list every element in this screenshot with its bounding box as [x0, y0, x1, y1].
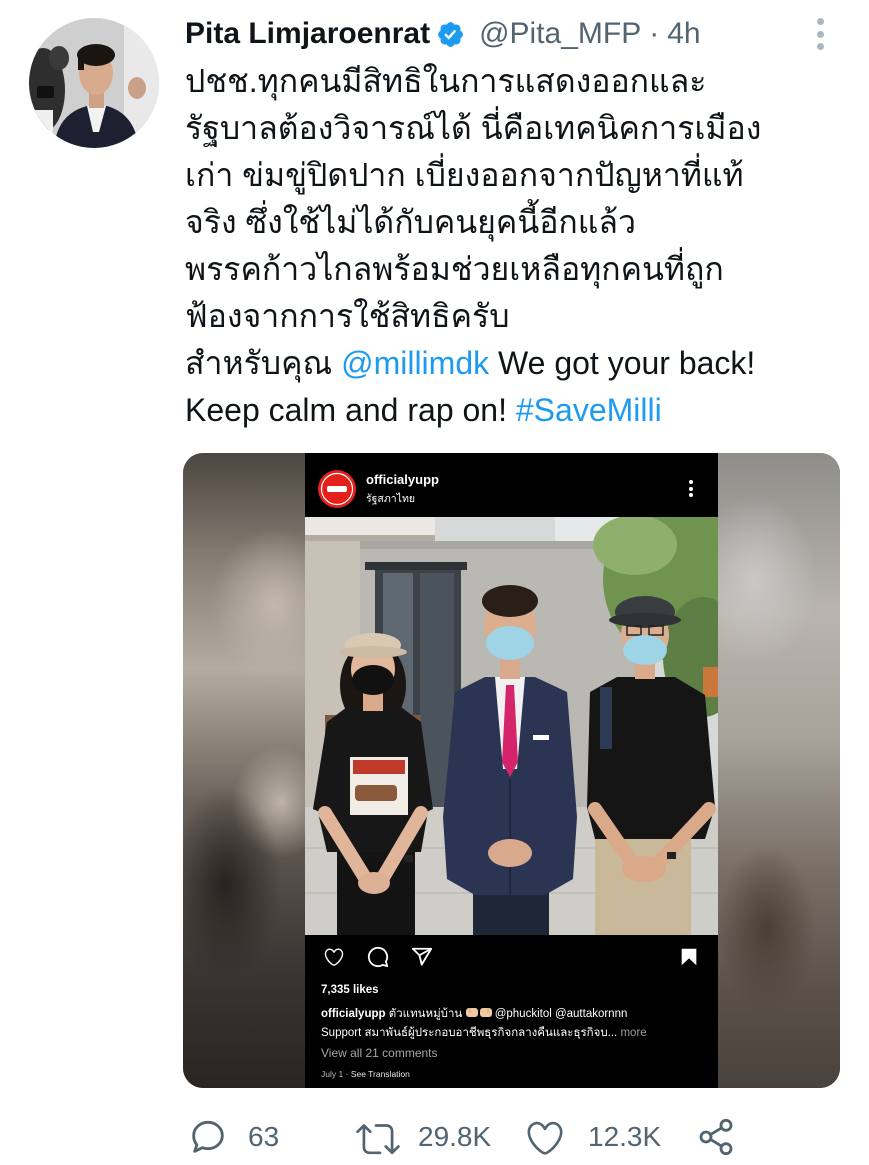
reply-button[interactable]: 63: [188, 1115, 279, 1159]
tweet-text-segment: ฟ้องจากการใช้สิทธิครับ: [185, 298, 510, 334]
instagram-account-name: officialyupp: [366, 472, 439, 487]
tweet-text-segment: สำหรับคุณ: [185, 345, 342, 381]
comment-icon: [367, 946, 389, 968]
like-count: 12.3K: [588, 1121, 662, 1152]
caption-more-link: more: [620, 1027, 647, 1039]
author-name[interactable]: Pita Limjaroenrat: [185, 17, 430, 51]
tweet-text-line: เก่า ข่มขู่ปิดปาก เบี่ยงออกจากปัญหาที่แท…: [185, 152, 855, 199]
tweet-text-line: จริง ซึ่งใช้ไม่ได้กับคนยุคนี้อีกแล้ว: [185, 199, 855, 246]
tweet-text-segment: เก่า ข่มขู่ปิดปาก เบี่ยงออกจากปัญหาที่แท…: [185, 157, 744, 193]
verified-badge-icon: [436, 20, 465, 49]
tweet-text-line: สำหรับคุณ @millimdk We got your back!: [185, 340, 855, 387]
more-vertical-icon: [688, 480, 693, 497]
reply-count: 63: [248, 1121, 280, 1152]
avatar[interactable]: [29, 18, 159, 148]
retweet-icon: [355, 1117, 401, 1157]
tweet-text-line: รัฐบาลต้องวิจารณ์ได้ นี่คือเทคนิคการเมือ…: [185, 105, 855, 152]
tweet-text-segment: รัฐบาลต้องวิจารณ์ได้ นี่คือเทคนิคการเมือ…: [185, 110, 762, 146]
caption-text: ตัวแทนหมู่บ้าน: [388, 1008, 463, 1020]
tweet-text-segment: ปชช.ทุกคนมีสิทธิในการแสดงออกและ: [185, 63, 707, 99]
author-handle[interactable]: @Pita_MFP: [479, 17, 641, 51]
tweet-text-segment: พรรคก้าวไกลพร้อมช่วยเหลือทุกคนที่ถูก: [185, 251, 724, 287]
instagram-account-logo: [318, 470, 356, 508]
tweet-text-line: Keep calm and rap on! #SaveMilli: [185, 387, 855, 434]
media-blurred-background: [718, 453, 840, 1088]
see-translation-link: See Translation: [350, 1069, 410, 1079]
caption-mentions: @phuckitol @auttakornnn: [494, 1008, 628, 1020]
tweet-text-line: ปชช.ทุกคนมีสิทธิในการแสดงออกและ: [185, 58, 855, 105]
retweet-button[interactable]: 29.8K: [355, 1115, 491, 1159]
fist-bump-emoji-icon: [465, 1007, 492, 1021]
share-button[interactable]: [695, 1115, 737, 1159]
mention-link[interactable]: @millimdk: [341, 345, 489, 381]
view-comments-link: View all 21 comments: [321, 1046, 438, 1060]
tweet-timestamp[interactable]: 4h: [667, 17, 700, 51]
instagram-post-screenshot: officialyupp รัฐสภาไทย 7,335 likes offic…: [305, 453, 718, 1088]
post-date-text: July 1: [321, 1069, 344, 1079]
tweet-text: ปชช.ทุกคนมีสิทธิในการแสดงออกและ รัฐบาลต้…: [185, 58, 855, 434]
date-separator: ·: [345, 1069, 349, 1079]
reply-icon: [188, 1117, 228, 1157]
media-blurred-background: [183, 453, 305, 1088]
tweet-text-segment: We got your back!: [489, 345, 756, 381]
bookmark-icon: [678, 946, 700, 968]
like-button[interactable]: 12.3K: [524, 1115, 661, 1159]
post-date: July 1 · See Translation: [321, 1069, 410, 1079]
more-vertical-icon[interactable]: [813, 18, 827, 50]
hashtag-link[interactable]: #SaveMilli: [516, 392, 662, 428]
header-separator: ·: [649, 17, 660, 50]
like-count: 7,335 likes: [321, 984, 379, 996]
post-photo: [305, 517, 718, 935]
tweet-text-line: พรรคก้าวไกลพร้อมช่วยเหลือทุกคนที่ถูก: [185, 246, 855, 293]
heart-icon: [524, 1117, 566, 1157]
tweet-text-line: ฟ้องจากการใช้สิทธิครับ: [185, 293, 855, 340]
heart-icon: [323, 946, 345, 968]
retweet-count: 29.8K: [418, 1121, 492, 1152]
instagram-location: รัฐสภาไทย: [366, 493, 416, 505]
caption-line: Support สมาพันธ์ผู้ประกอบอาชีพธุรกิจกลาง…: [321, 1024, 711, 1042]
share-icon: [695, 1117, 737, 1157]
tweet-text-segment: จริง ซึ่งใช้ไม่ได้กับคนยุคนี้อีกแล้ว: [185, 204, 636, 240]
tweet-header: Pita Limjaroenrat @Pita_MFP · 4h: [185, 13, 701, 55]
caption-text: Support สมาพันธ์ผู้ประกอบอาชีพธุรกิจกลาง…: [321, 1027, 618, 1039]
tweet-media-image[interactable]: officialyupp รัฐสภาไทย 7,335 likes offic…: [183, 453, 840, 1088]
tweet-text-segment: Keep calm and rap on!: [185, 392, 516, 428]
caption-line: officialyupp ตัวแทนหมู่บ้าน @phuckitol @…: [321, 1005, 711, 1023]
caption-username: officialyupp: [321, 1008, 386, 1020]
send-icon: [411, 946, 433, 968]
